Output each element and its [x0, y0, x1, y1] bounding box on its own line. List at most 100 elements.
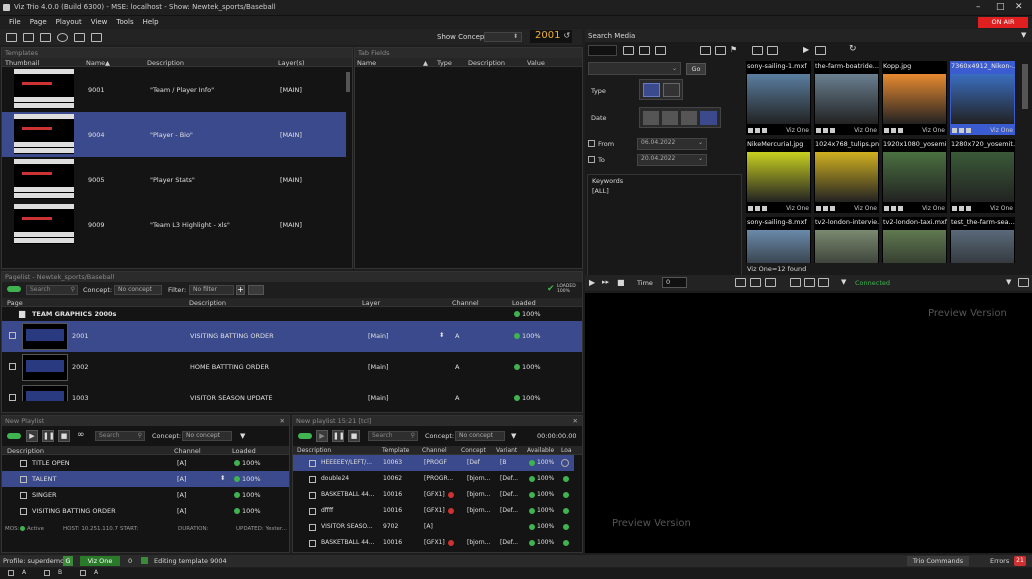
date-range-toggle[interactable] [700, 111, 717, 125]
template-row[interactable]: 9004 "Player - Bio" [MAIN] [2, 112, 346, 157]
date-today-toggle[interactable] [643, 111, 659, 125]
to-checkbox[interactable] [588, 156, 595, 163]
col-type[interactable]: Type [437, 59, 452, 67]
play-button[interactable]: ▶ [26, 430, 38, 442]
playlist2-row[interactable]: BASKETBALL 44... 10016 [GFX1] [bjorn... [Def… [293, 487, 574, 503]
playlist-row[interactable]: TITLE OPEN [A] 100% [2, 455, 289, 471]
playlist2-row[interactable]: dffff 10016 [GFX1] [bjorn... [Def... 100% [293, 503, 574, 519]
col-pl-description[interactable]: Description [189, 299, 226, 307]
save-icon[interactable] [752, 46, 763, 55]
download-icon[interactable] [804, 278, 815, 287]
errors-button[interactable]: Errors [990, 557, 1009, 565]
media-item[interactable]: 1920x1080_yosemi... Viz One [882, 139, 947, 213]
columns-icon[interactable] [715, 46, 726, 55]
pagelist-row[interactable]: 2001 VISITING BATTING ORDER [Main] ⬍ A 100% [2, 321, 582, 352]
new-playlist-search-input[interactable]: Search ⚲ [95, 431, 145, 441]
loop-icon[interactable]: ∞ [77, 430, 85, 440]
media-search-input[interactable] [588, 45, 617, 56]
close-icon[interactable]: ✕ [280, 416, 285, 426]
media-item[interactable]: Kopp.jpg Viz One [882, 61, 947, 135]
col-value[interactable]: Value [527, 59, 545, 67]
col-p2-available[interactable]: Available [527, 447, 554, 454]
playlist-toggle[interactable] [7, 433, 21, 439]
col-field-description[interactable]: Description [468, 59, 505, 67]
col-p2-loaded[interactable]: Loa [561, 447, 572, 454]
media-item[interactable]: NikeMercurial.jpg Viz One [746, 139, 811, 213]
play-button[interactable]: ▶ [316, 430, 328, 442]
close-icon[interactable]: ✕ [1015, 2, 1023, 12]
new-playlist-concept-select[interactable]: No concept [182, 431, 232, 441]
pagelist-filter-select[interactable]: No filter [189, 285, 234, 295]
playlist-row[interactable]: SINGER [A] 100% [2, 487, 289, 503]
col-thumbnail[interactable]: Thumbnail [5, 59, 39, 67]
layer-a2-icon[interactable] [80, 570, 86, 576]
new-page-icon[interactable] [23, 32, 34, 42]
on-air-button[interactable]: ON AIR [978, 17, 1028, 28]
pagelist-row[interactable]: 1003 VISITOR SEASON UPDATE [Main] A 100% [2, 383, 582, 401]
chevron-down-icon[interactable]: ▼ [240, 432, 245, 440]
playlist2-concept-select[interactable]: No concept [455, 431, 505, 441]
video-type-toggle[interactable] [663, 83, 680, 97]
filter-options-button[interactable] [248, 285, 264, 295]
media-item[interactable]: test_the-farm-sea...Viz One [950, 217, 1015, 263]
playlist-toggle[interactable] [298, 433, 312, 439]
date-month-toggle[interactable] [681, 111, 697, 125]
user-icon[interactable] [790, 278, 801, 287]
media-source-select[interactable]: ⌄ [588, 62, 681, 75]
playlist2-search-input[interactable]: Search ⚲ [368, 431, 418, 441]
sort-icon[interactable] [40, 32, 51, 42]
page-number-input[interactable]: 2001 ↺ [530, 30, 572, 43]
col-p2-template[interactable]: Template [382, 447, 409, 454]
col-p2-description[interactable]: Description [297, 447, 331, 454]
chevron-down-icon[interactable]: ▼ [1006, 278, 1011, 286]
media-scrollbar[interactable] [1022, 64, 1028, 109]
col-p2-variant[interactable]: Variant [496, 447, 517, 454]
media-item[interactable]: sony-sailing-8.mxfViz One [746, 217, 811, 263]
menu-view[interactable]: View [91, 18, 108, 26]
image-icon[interactable] [818, 278, 829, 287]
flag-icon[interactable]: ⚑ [730, 45, 737, 54]
col-name[interactable]: Name [86, 59, 105, 67]
template-row[interactable]: 9009 "Team L3 Highlight - xls" [MAIN] [2, 202, 346, 247]
col-layer[interactable]: Layer [362, 299, 380, 307]
open-folder-icon[interactable] [6, 32, 17, 42]
layer-a-icon[interactable] [8, 570, 14, 576]
col-description[interactable]: Description [147, 59, 184, 67]
play-next-icon[interactable]: ▸▸ [602, 278, 609, 286]
col-p2-channel[interactable]: Channel [422, 447, 447, 454]
view-4-icon[interactable] [765, 278, 776, 287]
pagelist-group-row[interactable]: ▆ TEAM GRAPHICS 2000s 100% [2, 307, 582, 321]
channel-stepper-icon[interactable]: ⬍ [439, 331, 444, 339]
menu-file[interactable]: File [9, 18, 21, 26]
image-type-toggle[interactable] [643, 83, 660, 97]
stop-button[interactable]: ■ [58, 430, 70, 442]
close-icon[interactable]: ✕ [573, 416, 578, 426]
menu-page[interactable]: Page [30, 18, 47, 26]
edit-icon[interactable] [815, 46, 826, 55]
menu-tools[interactable]: Tools [116, 18, 133, 26]
keywords-box[interactable]: Keywords [ALL] [587, 174, 742, 279]
maximize-icon[interactable]: □ [996, 2, 1005, 12]
view-1-icon[interactable] [735, 278, 746, 287]
stop-button[interactable]: ■ [348, 430, 360, 442]
col-np-loaded[interactable]: Loaded [232, 447, 256, 455]
layer-b-icon[interactable] [44, 570, 50, 576]
save-as-icon[interactable] [767, 46, 778, 55]
from-checkbox[interactable] [588, 140, 595, 147]
media-item[interactable]: sony-sailing-1.mxf Viz One [746, 61, 811, 135]
media-item[interactable]: tv2-london-taxi.mxfViz One [882, 217, 947, 263]
minimize-icon[interactable]: – [976, 2, 981, 12]
tile-icon[interactable] [700, 46, 711, 55]
chevron-down-icon[interactable]: ▼ [511, 432, 516, 440]
col-layers[interactable]: Layer(s) [278, 59, 305, 67]
media-item[interactable]: 1024x768_tulips.png Viz One [814, 139, 879, 213]
play-icon[interactable]: ▶ [589, 278, 595, 287]
playlist-row[interactable]: VISITING BATTING ORDER [A] 100% [2, 503, 289, 519]
playlist2-row[interactable]: VISITOR SEASO... 9702 [A] 100% [293, 519, 574, 535]
settings-icon[interactable] [57, 32, 68, 42]
playlist2-row[interactable]: HEEEEEY/LEFT/... 10063 [PROGF [Def [B 100% [293, 455, 574, 471]
go-button[interactable]: Go [686, 63, 706, 75]
date-week-toggle[interactable] [662, 111, 678, 125]
viz-one-badge[interactable]: Viz One [80, 556, 120, 566]
pause-button[interactable]: ❚❚ [332, 430, 345, 442]
